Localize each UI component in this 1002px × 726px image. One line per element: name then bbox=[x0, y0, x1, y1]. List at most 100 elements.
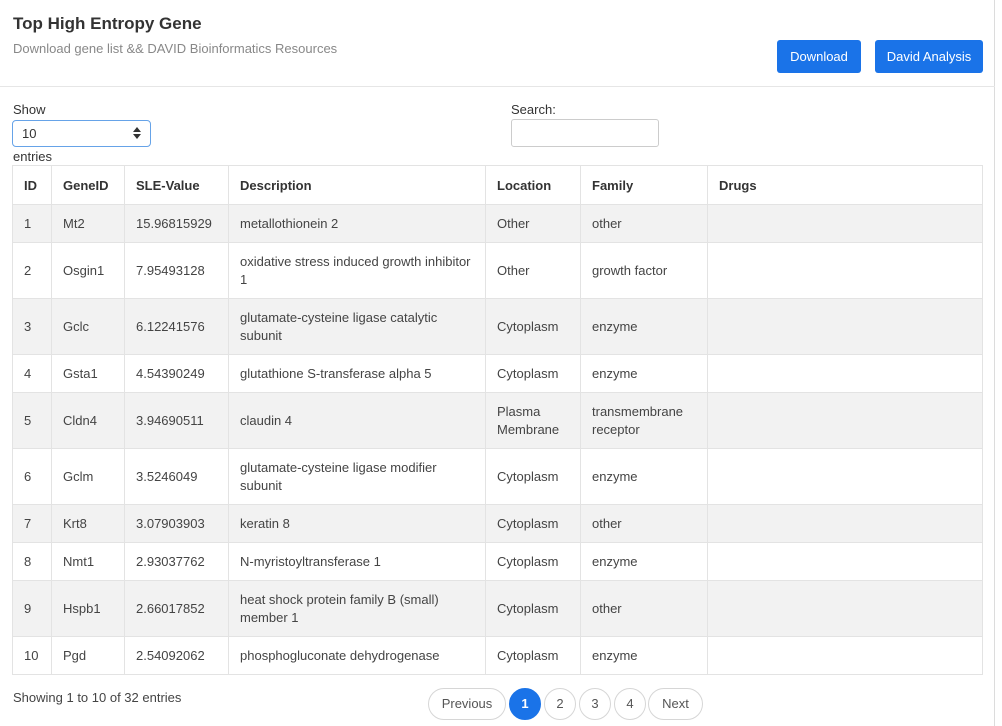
cell-drugs bbox=[707, 542, 983, 581]
cell-sle: 2.93037762 bbox=[124, 542, 229, 581]
cell-location: Cytoplasm bbox=[485, 298, 581, 355]
cell-description: glutamate-cysteine ligase catalytic subu… bbox=[228, 298, 486, 355]
cell-description: claudin 4 bbox=[228, 392, 486, 449]
download-button[interactable]: Download bbox=[777, 40, 861, 73]
table-row: 1 Mt2 15.96815929 metallothionein 2 Othe… bbox=[12, 204, 983, 243]
cell-description: phosphogluconate dehydrogenase bbox=[228, 636, 486, 675]
cell-gene: Gclc bbox=[51, 298, 125, 355]
table-row: 6 Gclm 3.5246049 glutamate-cysteine liga… bbox=[12, 448, 983, 505]
column-header-family[interactable]: Family bbox=[580, 165, 708, 205]
cell-family: other bbox=[580, 504, 708, 543]
table-row: 8 Nmt1 2.93037762 N-myristoyltransferase… bbox=[12, 542, 983, 581]
column-header-description[interactable]: Description bbox=[228, 165, 486, 205]
table-row: 7 Krt8 3.07903903 keratin 8 Cytoplasm ot… bbox=[12, 504, 983, 543]
cell-location: Other bbox=[485, 242, 581, 299]
cell-gene: Hspb1 bbox=[51, 580, 125, 637]
cell-location: Other bbox=[485, 204, 581, 243]
cell-description: glutathione S-transferase alpha 5 bbox=[228, 354, 486, 393]
cell-description: heat shock protein family B (small) memb… bbox=[228, 580, 486, 637]
cell-drugs bbox=[707, 242, 983, 299]
gene-panel: Top High Entropy Gene Download gene list… bbox=[0, 0, 995, 726]
cell-gene: Nmt1 bbox=[51, 542, 125, 581]
page-4-button[interactable]: 4 bbox=[614, 688, 646, 720]
column-header-location[interactable]: Location bbox=[485, 165, 581, 205]
cell-gene: Mt2 bbox=[51, 204, 125, 243]
cell-id: 6 bbox=[12, 448, 52, 505]
cell-location: Plasma Membrane bbox=[485, 392, 581, 449]
table-row: 9 Hspb1 2.66017852 heat shock protein fa… bbox=[12, 580, 983, 637]
page-1-button[interactable]: 1 bbox=[509, 688, 541, 720]
cell-location: Cytoplasm bbox=[485, 448, 581, 505]
table-info: Showing 1 to 10 of 32 entries bbox=[13, 690, 182, 705]
cell-sle: 2.54092062 bbox=[124, 636, 229, 675]
cell-family: growth factor bbox=[580, 242, 708, 299]
cell-id: 5 bbox=[12, 392, 52, 449]
page-title: Top High Entropy Gene bbox=[13, 14, 202, 33]
cell-gene: Gclm bbox=[51, 448, 125, 505]
cell-location: Cytoplasm bbox=[485, 504, 581, 543]
cell-id: 10 bbox=[12, 636, 52, 675]
table-row: 5 Cldn4 3.94690511 claudin 4 Plasma Memb… bbox=[12, 392, 983, 449]
column-header-sle-value[interactable]: SLE-Value bbox=[124, 165, 229, 205]
cell-drugs bbox=[707, 354, 983, 393]
cell-family: transmembrane receptor bbox=[580, 392, 708, 449]
cell-id: 2 bbox=[12, 242, 52, 299]
cell-family: enzyme bbox=[580, 448, 708, 505]
cell-sle: 7.95493128 bbox=[124, 242, 229, 299]
david-analysis-button[interactable]: David Analysis bbox=[875, 40, 983, 73]
cell-id: 4 bbox=[12, 354, 52, 393]
search-label: Search: bbox=[511, 102, 556, 117]
table-row: 4 Gsta1 4.54390249 glutathione S-transfe… bbox=[12, 354, 983, 393]
table-row: 2 Osgin1 7.95493128 oxidative stress ind… bbox=[12, 242, 983, 299]
page-2-button[interactable]: 2 bbox=[544, 688, 576, 720]
cell-id: 7 bbox=[12, 504, 52, 543]
cell-gene: Gsta1 bbox=[51, 354, 125, 393]
cell-sle: 3.94690511 bbox=[124, 392, 229, 449]
cell-location: Cytoplasm bbox=[485, 542, 581, 581]
cell-drugs bbox=[707, 448, 983, 505]
cell-description: oxidative stress induced growth inhibito… bbox=[228, 242, 486, 299]
cell-drugs bbox=[707, 204, 983, 243]
cell-family: enzyme bbox=[580, 542, 708, 581]
cell-drugs bbox=[707, 504, 983, 543]
entries-label: entries bbox=[13, 149, 53, 164]
cell-gene: Osgin1 bbox=[51, 242, 125, 299]
cell-drugs bbox=[707, 392, 983, 449]
column-header-drugs[interactable]: Drugs bbox=[707, 165, 983, 205]
cell-location: Cytoplasm bbox=[485, 636, 581, 675]
page-subtitle: Download gene list && DAVID Bioinformati… bbox=[13, 41, 338, 56]
cell-gene: Cldn4 bbox=[51, 392, 125, 449]
cell-family: other bbox=[580, 204, 708, 243]
cell-sle: 3.5246049 bbox=[124, 448, 229, 505]
page-3-button[interactable]: 3 bbox=[579, 688, 611, 720]
cell-location: Cytoplasm bbox=[485, 580, 581, 637]
cell-family: enzyme bbox=[580, 298, 708, 355]
cell-gene: Krt8 bbox=[51, 504, 125, 543]
cell-id: 9 bbox=[12, 580, 52, 637]
cell-description: N-myristoyltransferase 1 bbox=[228, 542, 486, 581]
cell-family: other bbox=[580, 580, 708, 637]
column-header-id[interactable]: ID bbox=[12, 165, 52, 205]
table-header-row: ID GeneID SLE-Value Description Location… bbox=[12, 165, 983, 205]
cell-id: 3 bbox=[12, 298, 52, 355]
cell-description: keratin 8 bbox=[228, 504, 486, 543]
cell-sle: 6.12241576 bbox=[124, 298, 229, 355]
column-header-geneid[interactable]: GeneID bbox=[51, 165, 125, 205]
cell-gene: Pgd bbox=[51, 636, 125, 675]
gene-table: ID GeneID SLE-Value Description Location… bbox=[12, 165, 983, 675]
panel-header: Top High Entropy Gene Download gene list… bbox=[0, 0, 995, 87]
cell-family: enzyme bbox=[580, 354, 708, 393]
cell-drugs bbox=[707, 636, 983, 675]
cell-drugs bbox=[707, 298, 983, 355]
select-arrows-icon bbox=[133, 127, 141, 140]
cell-sle: 3.07903903 bbox=[124, 504, 229, 543]
cell-sle: 4.54390249 bbox=[124, 354, 229, 393]
entries-length-select[interactable]: 10 bbox=[12, 120, 151, 147]
cell-sle: 2.66017852 bbox=[124, 580, 229, 637]
cell-drugs bbox=[707, 580, 983, 637]
cell-family: enzyme bbox=[580, 636, 708, 675]
next-page-button[interactable]: Next bbox=[648, 688, 703, 720]
show-label: Show bbox=[13, 102, 46, 117]
search-input[interactable] bbox=[511, 119, 659, 147]
previous-page-button[interactable]: Previous bbox=[428, 688, 506, 720]
